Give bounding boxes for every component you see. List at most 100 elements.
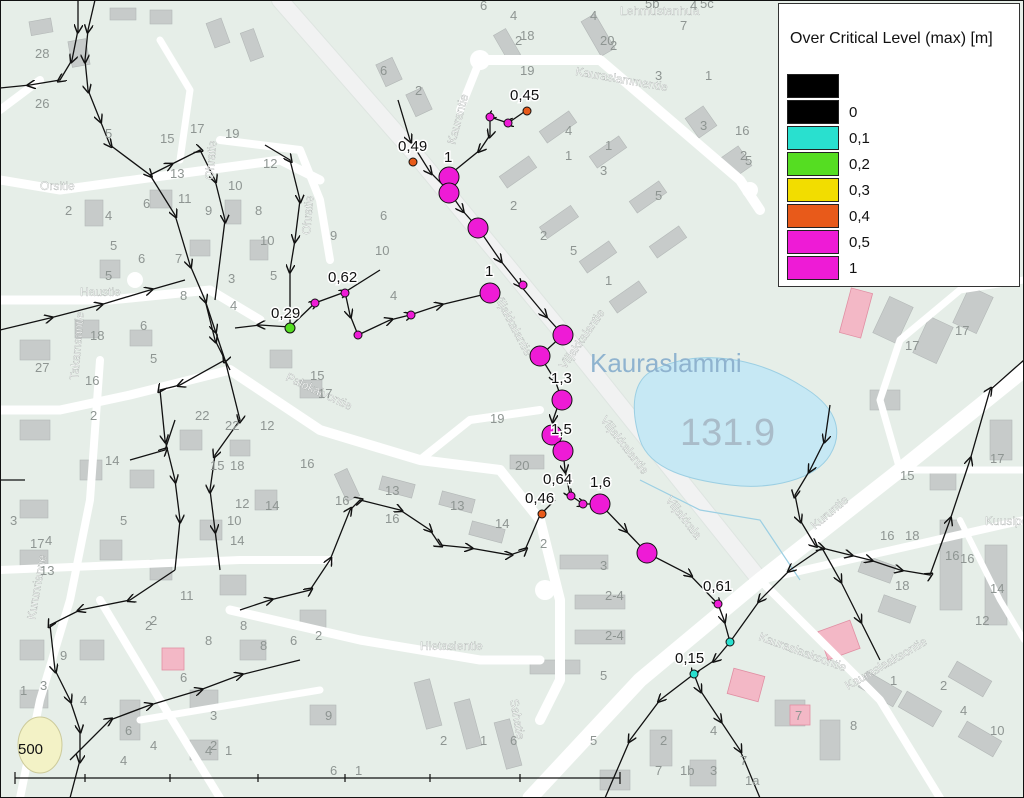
block-number-label: 18: [520, 28, 534, 43]
block-number-label: 15: [210, 458, 224, 473]
block-number-label: 2: [540, 228, 547, 243]
block-number-label: 6: [140, 318, 147, 333]
node-value-label: 0,64: [543, 471, 572, 488]
manhole-node[interactable]: [589, 493, 611, 515]
legend-swatch: [787, 152, 839, 176]
manhole-node[interactable]: [518, 280, 528, 290]
manhole-node[interactable]: [552, 440, 574, 462]
block-number-label: 2: [210, 738, 217, 753]
block-number-label: 19: [225, 126, 239, 141]
block-number-label: 3: [700, 118, 707, 133]
block-number-label: 6: [380, 63, 387, 78]
manhole-node[interactable]: [467, 217, 489, 239]
block-number-label: 22: [225, 418, 239, 433]
block-number-label: 12: [263, 156, 277, 171]
manhole-node[interactable]: [725, 637, 735, 647]
block-number-label: 10: [227, 513, 241, 528]
manhole-node[interactable]: [551, 389, 573, 411]
block-number-label: 6: [330, 763, 337, 778]
block-number-label: 4: [150, 738, 157, 753]
node-value-label: 1: [444, 149, 452, 166]
legend-swatch: [787, 100, 839, 124]
block-number-label: 1: [605, 138, 612, 153]
legend-title: Over Critical Level (max) [m]: [790, 30, 993, 47]
legend-swatch: [787, 126, 839, 150]
block-number-label: 11: [178, 191, 192, 206]
block-number-label: 13: [170, 166, 184, 181]
block-number-label: 6: [143, 196, 150, 211]
node-value-label: 1,5: [551, 421, 572, 438]
manhole-node[interactable]: [552, 324, 574, 346]
block-number-label: 9: [60, 648, 67, 663]
block-number-label: 8: [180, 288, 187, 303]
block-number-label: 5c: [700, 0, 714, 11]
block-number-label: 10: [260, 233, 274, 248]
street-label: Orsitie: [40, 179, 75, 193]
legend-swatch: [787, 74, 839, 98]
block-number-label: 9: [325, 708, 332, 723]
legend-value-label: 0,2: [849, 156, 870, 173]
block-number-label: 9: [205, 203, 212, 218]
block-number-label: 7: [175, 251, 182, 266]
manhole-node[interactable]: [503, 118, 513, 128]
manhole-node[interactable]: [537, 509, 547, 519]
block-number-label: 10: [375, 243, 389, 258]
block-number-label: 7: [655, 763, 662, 778]
block-number-label: 8: [240, 618, 247, 633]
legend-value-label: 0,3: [849, 182, 870, 199]
block-number-label: 16: [945, 548, 959, 563]
block-number-label: 5: [590, 733, 597, 748]
block-number-label: 4: [120, 753, 127, 768]
block-number-label: 4: [105, 208, 112, 223]
block-number-label: 2-4: [605, 628, 624, 643]
block-number-label: 3: [600, 558, 607, 573]
manhole-node[interactable]: [636, 542, 658, 564]
manhole-node[interactable]: [284, 322, 296, 334]
manhole-node[interactable]: [438, 182, 460, 204]
block-number-label: 1: [890, 673, 897, 688]
block-number-label: 3: [228, 271, 235, 286]
block-number-label: 3: [600, 163, 607, 178]
manhole-node[interactable]: [485, 112, 495, 122]
block-number-label: 16: [880, 528, 894, 543]
manhole-node[interactable]: [529, 345, 551, 367]
legend-value-label: 0: [849, 104, 858, 121]
manhole-node[interactable]: [310, 298, 320, 308]
manhole-node[interactable]: [522, 106, 532, 116]
block-number-label: 17: [30, 536, 44, 551]
block-number-label: 6: [380, 208, 387, 223]
manhole-node[interactable]: [566, 491, 576, 501]
block-number-label: 4: [230, 298, 237, 313]
block-number-label: 13: [40, 563, 54, 578]
manhole-node[interactable]: [353, 330, 363, 340]
block-number-label: 5: [570, 243, 577, 258]
node-value-label: 0,62: [328, 269, 357, 286]
block-number-label: 17: [190, 121, 204, 136]
manhole-node[interactable]: [406, 310, 416, 320]
manhole-node[interactable]: [340, 288, 350, 298]
block-number-label: 13: [450, 498, 464, 513]
block-number-label: 1: [355, 763, 362, 778]
block-number-label: 1: [225, 743, 232, 758]
block-number-label: 3: [40, 678, 47, 693]
block-number-label: 6: [480, 0, 487, 13]
manhole-node[interactable]: [713, 599, 723, 609]
block-number-label: 2: [440, 733, 447, 748]
block-number-label: 15: [310, 368, 324, 383]
block-number-label: 8: [260, 638, 267, 653]
block-number-label: 16: [335, 493, 349, 508]
block-number-label: 4: [80, 693, 87, 708]
manhole-node[interactable]: [689, 669, 699, 679]
block-number-label: 16: [300, 456, 314, 471]
manhole-node[interactable]: [479, 282, 501, 304]
block-number-label: 6: [290, 633, 297, 648]
manhole-node[interactable]: [408, 157, 418, 167]
block-number-label: 5: [105, 268, 112, 283]
manhole-node[interactable]: [578, 499, 588, 509]
block-number-label: 18: [230, 458, 244, 473]
node-value-label: 1,3: [551, 370, 572, 387]
lake-name-label: Kauraslammi: [590, 348, 742, 378]
block-number-label: 10: [228, 178, 242, 193]
street-label: Hietasientie: [420, 639, 483, 653]
block-number-label: 7: [680, 18, 687, 33]
